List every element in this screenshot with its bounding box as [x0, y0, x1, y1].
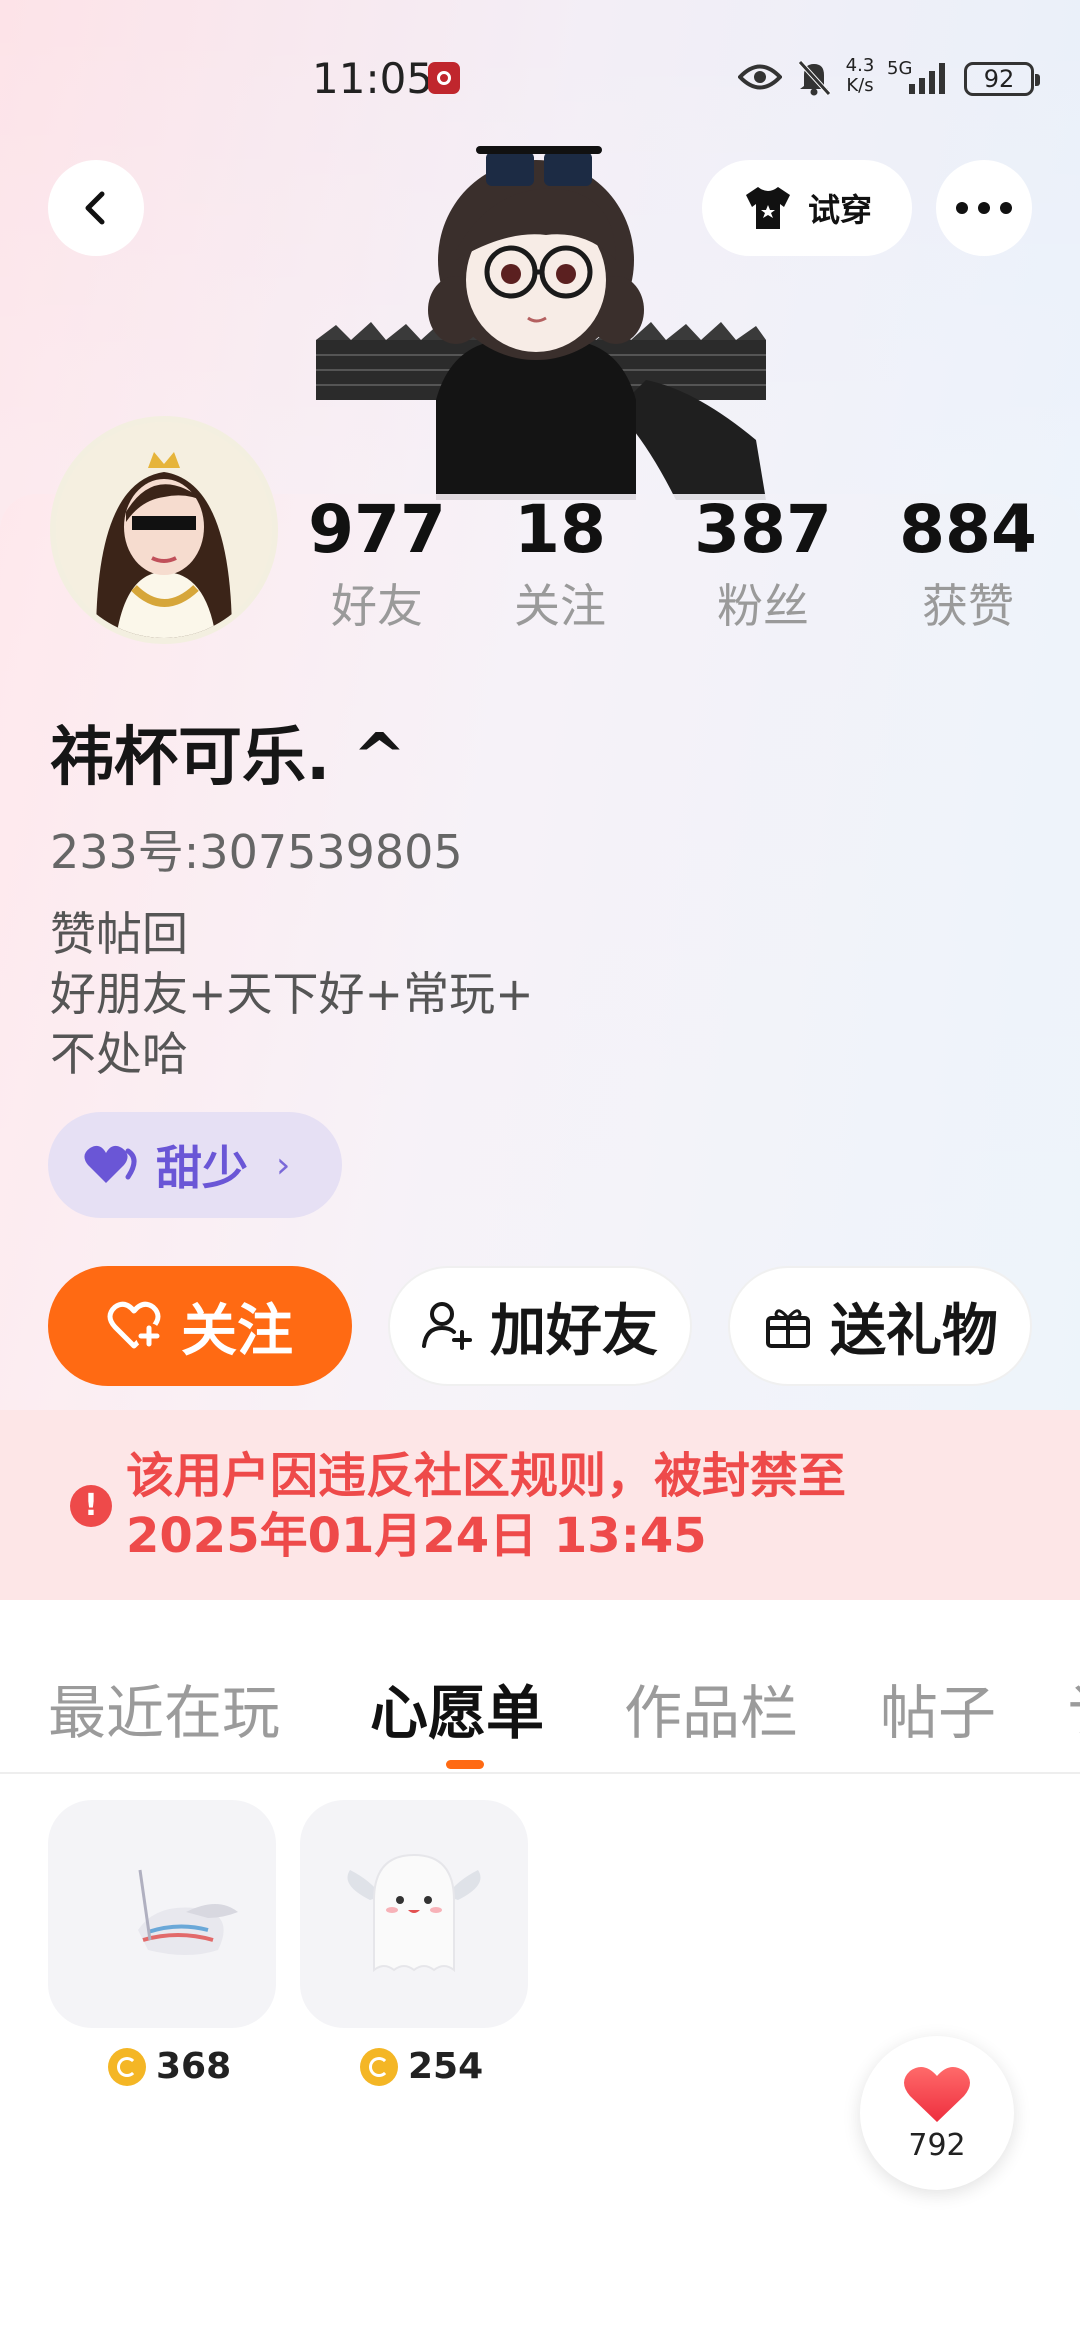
back-button[interactable] — [48, 160, 144, 256]
heart-plus-icon — [107, 1301, 162, 1349]
follow-label: 关注 — [181, 1298, 293, 1364]
stat-friends-value: 977 — [308, 491, 446, 568]
wishlist-item-price: 368 — [108, 2046, 231, 2087]
eye-icon — [738, 64, 782, 90]
stat-following-label: 关注 — [514, 579, 606, 633]
stats-row: 977 好友 18 关注 387 粉丝 884 获赞 — [0, 490, 1080, 650]
profile-page: 11:05 4.3 K/s 5G 92 试穿 977 好友 18 关注 387 … — [0, 0, 1080, 2340]
alert-icon: ! — [70, 1485, 112, 1527]
stat-following[interactable]: 18 关注 — [480, 490, 640, 638]
status-time: 11:05 — [312, 54, 434, 103]
heart-icon — [904, 2066, 970, 2122]
price-value: 254 — [408, 2046, 484, 2087]
gift-icon — [766, 1309, 810, 1348]
stat-likes-label: 获赞 — [922, 579, 1014, 633]
stat-friends-label: 好友 — [331, 579, 423, 633]
wishlist-item-price: 254 — [360, 2046, 483, 2087]
like-count: 792 — [908, 2127, 966, 2163]
wing-shoe-item-image — [138, 1869, 238, 1955]
like-button[interactable]: 792 — [860, 2036, 1014, 2190]
user-id[interactable]: 233号:307539805 — [50, 816, 463, 882]
wishlist-item[interactable] — [48, 1800, 276, 2028]
user-nickname: 祎杯可乐. ^ — [50, 721, 407, 795]
ban-notice: ! 该用户因违反社区规则，被封禁至 2025年01月24日 13:45 — [0, 1410, 1080, 1600]
send-gift-label: 送礼物 — [830, 1298, 998, 1364]
signal-icon — [909, 63, 945, 94]
network-speed-unit: K/s — [846, 75, 874, 96]
stat-fans-label: 粉丝 — [717, 579, 809, 633]
bio-line: 不处哈 — [50, 1027, 188, 1081]
tab-wishlist[interactable]: 心愿单 — [370, 1666, 544, 1750]
character-avatar-image[interactable] — [316, 140, 766, 500]
ban-notice-line: 该用户因违反社区规则，被封禁至 — [126, 1448, 847, 1504]
tab-divider — [0, 1772, 1080, 1774]
heart-tag-icon — [84, 1145, 137, 1183]
relationship-tag-label: 甜少 — [156, 1141, 248, 1195]
coin-icon — [108, 2047, 146, 2086]
user-bio: 赞帖回 好朋友+天下好+常玩+ 不处哈 — [50, 904, 534, 1084]
angel-ghost-item-image — [347, 1853, 481, 1973]
coin-icon — [360, 2047, 398, 2086]
chevron-right-icon: › — [276, 1144, 291, 1186]
add-friend-label: 加好友 — [490, 1298, 658, 1364]
chevron-left-icon — [85, 191, 105, 225]
price-value: 368 — [156, 2046, 232, 2087]
bio-line: 好朋友+天下好+常玩+ — [50, 967, 534, 1021]
try-on-label: 试穿 — [807, 191, 872, 229]
send-gift-button[interactable]: 送礼物 — [728, 1266, 1032, 1386]
stat-likes-value: 884 — [899, 491, 1037, 568]
app-notification-icon — [428, 62, 460, 94]
tab-recently-played[interactable]: 最近在玩 — [48, 1666, 280, 1750]
relationship-tag[interactable]: 甜少 › — [48, 1112, 342, 1218]
tab-works[interactable]: 作品栏 — [624, 1666, 798, 1750]
bio-line: 赞帖回 — [50, 907, 188, 961]
network-speed: 4.3 K/s — [838, 56, 882, 96]
wishlist-item[interactable] — [300, 1800, 528, 2028]
more-dots-icon — [956, 202, 1012, 214]
stat-following-value: 18 — [514, 491, 606, 568]
ban-notice-line: 2025年01月24日 13:45 — [126, 1508, 707, 1564]
bell-muted-icon — [798, 60, 831, 96]
add-user-icon — [422, 1302, 472, 1350]
add-friend-button[interactable]: 加好友 — [388, 1266, 692, 1386]
network-speed-value: 4.3 — [845, 55, 875, 76]
more-button[interactable] — [936, 160, 1032, 256]
status-bar: 11:05 4.3 K/s 5G 92 — [0, 40, 1080, 120]
stat-likes[interactable]: 884 获赞 — [888, 490, 1048, 638]
stat-friends[interactable]: 977 好友 — [297, 490, 457, 638]
tab-posts[interactable]: 帖子 — [880, 1666, 996, 1750]
follow-button[interactable]: 关注 — [48, 1266, 352, 1386]
battery-indicator: 92 — [964, 62, 1040, 96]
stat-fans[interactable]: 387 粉丝 — [683, 490, 843, 638]
ban-notice-text: 该用户因违反社区规则，被封禁至 2025年01月24日 13:45 — [126, 1446, 846, 1566]
stat-fans-value: 387 — [694, 491, 832, 568]
tab-more[interactable]: 讠 — [1068, 1666, 1080, 1750]
active-tab-indicator — [446, 1760, 484, 1769]
